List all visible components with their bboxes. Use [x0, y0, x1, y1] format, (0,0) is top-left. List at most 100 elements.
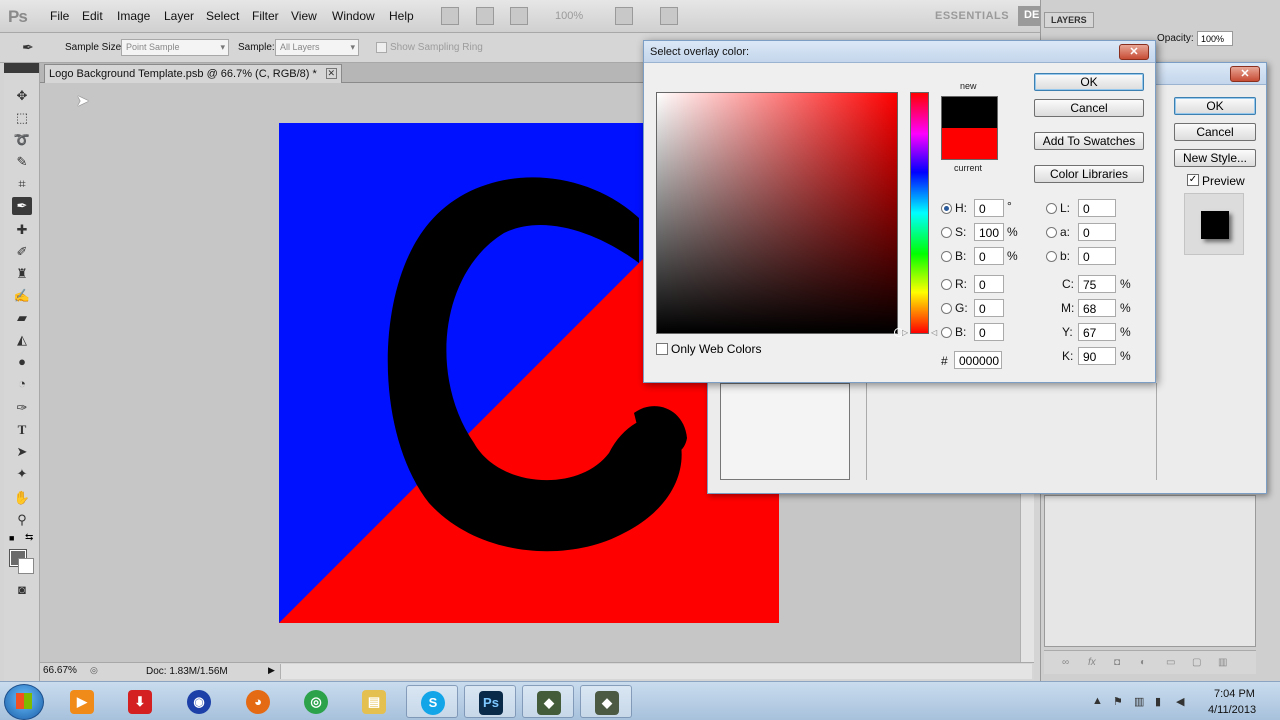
picker-cancel-button[interactable]: Cancel	[1034, 99, 1144, 117]
healing-brush-tool-icon[interactable]: ✚	[12, 221, 32, 239]
new-style-button[interactable]: New Style...	[1174, 149, 1256, 167]
screen-mode-icon[interactable]	[660, 7, 678, 25]
menu-view[interactable]: View	[291, 9, 317, 23]
menu-select[interactable]: Select	[206, 9, 239, 23]
show-hidden-icons-icon[interactable]: ▲	[1092, 695, 1103, 707]
taskbar-firefox[interactable]: ◕	[232, 685, 284, 718]
tab-layers[interactable]: LAYERS	[1044, 12, 1094, 28]
status-menu-icon[interactable]: ◎	[90, 665, 98, 676]
menu-edit[interactable]: Edit	[82, 9, 103, 23]
only-web-colors-checkbox[interactable]	[656, 343, 668, 355]
taskbar-windows-media-player[interactable]: ▶	[56, 685, 108, 718]
taskbar-chrome[interactable]: ◎	[290, 685, 342, 718]
link-icon[interactable]: ∞	[1062, 657, 1069, 668]
hex-field[interactable]: 000000	[954, 351, 1002, 369]
document-tab[interactable]: Logo Background Template.psb @ 66.7% (C,…	[44, 64, 342, 83]
hue-field[interactable]: 0	[974, 199, 1004, 217]
default-colors-icon[interactable]: ■	[9, 533, 14, 543]
menu-window[interactable]: Window	[332, 9, 375, 23]
start-button[interactable]	[4, 684, 44, 720]
close-icon[interactable]: ✕	[325, 68, 337, 79]
lightness-field[interactable]: 0	[1078, 199, 1116, 217]
hue-slider-marker-icon[interactable]: ◁	[931, 328, 937, 337]
arrange-documents-icon[interactable]	[615, 7, 633, 25]
network-icon[interactable]: ▥	[1134, 695, 1144, 708]
path-selection-tool-icon[interactable]: ➤	[12, 443, 32, 461]
eyedropper-tool-icon[interactable]: ✒	[12, 197, 32, 215]
menu-file[interactable]: File	[50, 9, 69, 23]
move-tool-icon[interactable]: ✥	[12, 87, 32, 105]
sample-select[interactable]: All Layers	[275, 39, 359, 56]
eyedropper-tool-preset-icon[interactable]: ✒	[22, 39, 34, 56]
layer-style-list-box[interactable]	[720, 383, 850, 480]
dodge-tool-icon[interactable]: ◔	[12, 375, 32, 393]
zoom-field[interactable]: 66.67%	[43, 665, 81, 678]
quick-selection-tool-icon[interactable]: ✎	[12, 153, 32, 171]
blue-radio[interactable]	[941, 327, 952, 338]
hue-slider-marker-icon[interactable]: ▷	[902, 328, 908, 337]
menu-image[interactable]: Image	[117, 9, 150, 23]
background-color-swatch[interactable]	[18, 558, 34, 574]
brightness-field[interactable]: 0	[974, 247, 1004, 265]
workspace-essentials[interactable]: ESSENTIALS	[935, 10, 1009, 22]
clock-date[interactable]: 4/11/2013	[1208, 704, 1256, 716]
taskbar-photoshop[interactable]: Ps	[464, 685, 516, 718]
mask-icon[interactable]: ◘	[1114, 657, 1120, 668]
b-channel-field[interactable]: 0	[1078, 247, 1116, 265]
a-channel-radio[interactable]	[1046, 227, 1057, 238]
add-to-swatches-button[interactable]: Add To Swatches	[1034, 132, 1144, 150]
close-icon[interactable]: ✕	[1230, 66, 1260, 82]
brightness-radio[interactable]	[941, 251, 952, 262]
taskbar-download-manager[interactable]: ⬇	[114, 685, 166, 718]
flag-icon[interactable]: ⚑	[1113, 695, 1123, 708]
saturation-field[interactable]: 100	[974, 223, 1004, 241]
menu-help[interactable]: Help	[389, 9, 414, 23]
picker-ok-button[interactable]: OK	[1034, 73, 1144, 91]
marquee-tool-icon[interactable]: ⬚	[12, 109, 32, 127]
type-tool-icon[interactable]: T	[12, 421, 32, 439]
new-layer-icon[interactable]: ▢	[1192, 657, 1201, 668]
quick-mask-icon[interactable]: ◙	[12, 581, 32, 599]
layer-style-ok-button[interactable]: OK	[1174, 97, 1256, 115]
lasso-tool-icon[interactable]: ➰	[12, 131, 32, 149]
hand-tool-icon[interactable]: ✋	[12, 489, 32, 507]
mini-bridge-icon[interactable]	[476, 7, 494, 25]
eraser-tool-icon[interactable]: ▰	[12, 309, 32, 327]
saturation-radio[interactable]	[941, 227, 952, 238]
shape-tool-icon[interactable]: ✦	[12, 465, 32, 483]
red-radio[interactable]	[941, 279, 952, 290]
view-extras-icon[interactable]	[510, 7, 528, 25]
green-field[interactable]: 0	[974, 299, 1004, 317]
blur-tool-icon[interactable]: ●	[12, 353, 32, 371]
b-channel-radio[interactable]	[1046, 251, 1057, 262]
horizontal-scrollbar[interactable]	[280, 664, 1032, 679]
magenta-field[interactable]: 68	[1078, 299, 1116, 317]
bridge-icon[interactable]	[441, 7, 459, 25]
color-libraries-button[interactable]: Color Libraries	[1034, 165, 1144, 183]
volume-icon[interactable]: ◀	[1176, 695, 1184, 708]
preview-checkbox[interactable]: ✓	[1187, 174, 1199, 186]
cyan-field[interactable]: 75	[1078, 275, 1116, 293]
black-field[interactable]: 90	[1078, 347, 1116, 365]
pen-tool-icon[interactable]: ✑	[12, 399, 32, 417]
clock-time[interactable]: 7:04 PM	[1214, 688, 1255, 700]
sample-size-select[interactable]: Point Sample	[121, 39, 229, 56]
red-field[interactable]: 0	[974, 275, 1004, 293]
zoom-tool-icon[interactable]: ⚲	[12, 511, 32, 529]
opacity-field[interactable]: 100%	[1197, 31, 1233, 46]
clone-stamp-tool-icon[interactable]: ♜	[12, 265, 32, 283]
taskbar-globe-app[interactable]: ◉	[173, 685, 225, 718]
taskbar-skype[interactable]: S	[406, 685, 458, 718]
layers-list[interactable]	[1044, 495, 1256, 647]
battery-icon[interactable]: ▮	[1155, 695, 1161, 708]
lightness-radio[interactable]	[1046, 203, 1057, 214]
yellow-field[interactable]: 67	[1078, 323, 1116, 341]
show-sampling-ring-checkbox[interactable]	[376, 42, 387, 53]
zoom-level[interactable]: 100%	[555, 10, 583, 22]
current-color-swatch[interactable]	[941, 128, 998, 160]
fx-icon[interactable]: fx	[1088, 657, 1096, 668]
folder-icon[interactable]: ▭	[1166, 657, 1175, 668]
hue-radio[interactable]	[941, 203, 952, 214]
tools-panel-header[interactable]	[4, 63, 39, 73]
trash-icon[interactable]: ▥	[1218, 657, 1227, 668]
